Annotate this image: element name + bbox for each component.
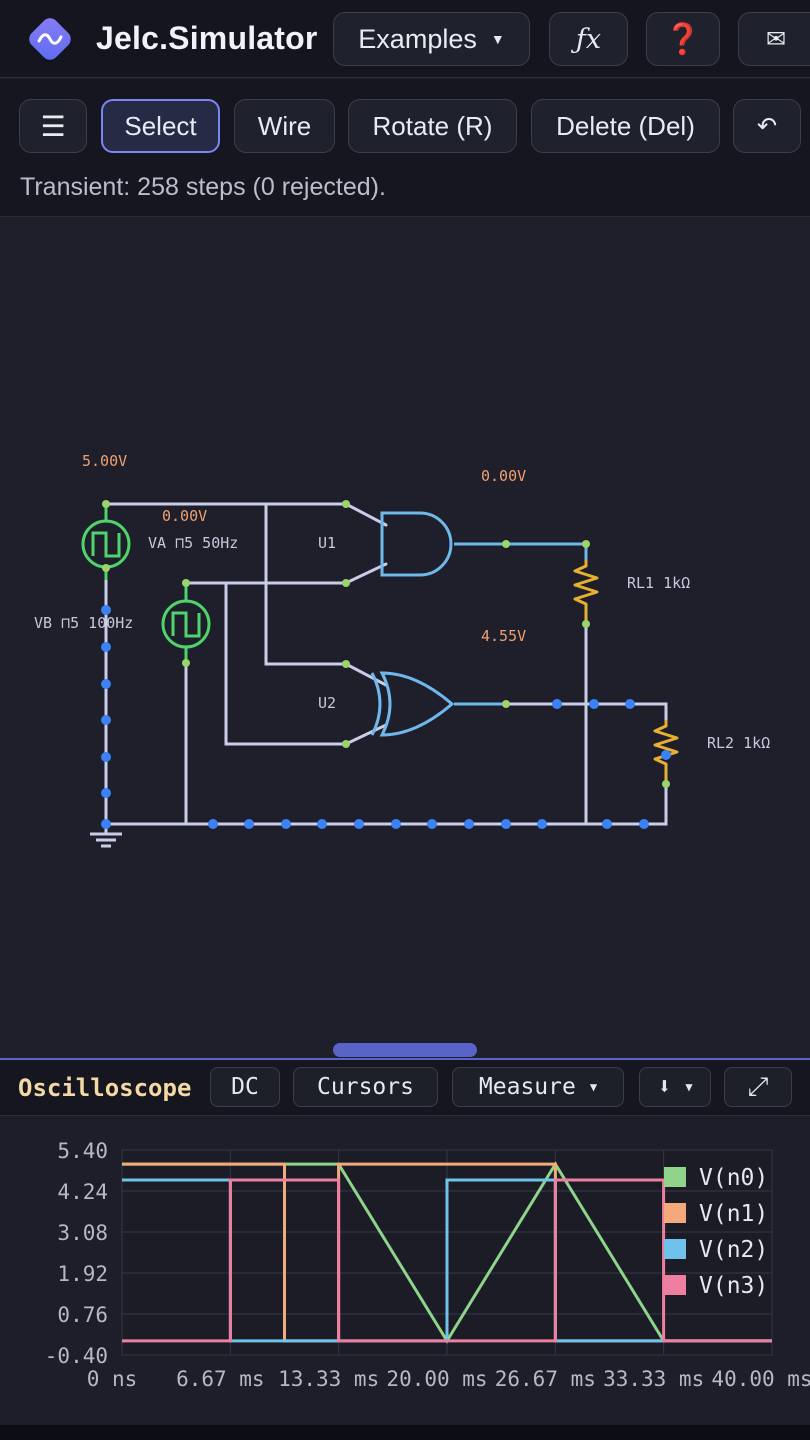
toolbar: ☰ Select Wire Rotate (R) Delete (Del) ↶ …	[0, 79, 810, 217]
schematic[interactable]: 5.00V 0.00V 0.00V 4.55V VA ⊓5 50Hz VB ⊓5…	[0, 218, 810, 1058]
and-output-wire[interactable]	[454, 542, 588, 560]
component-label-rl2: RL2 1kΩ	[707, 734, 770, 752]
x-tick-label: 20.00 ms	[386, 1367, 487, 1391]
circuit-canvas[interactable]: 5.00V 0.00V 0.00V 4.55V VA ⊓5 50Hz VB ⊓5…	[0, 218, 810, 1058]
undo-button[interactable]: ↶	[733, 99, 801, 153]
oscilloscope-panel: 5.40 4.24 3.08 1.92 0.76 -0.40 0 ns 6.67 ms 13.3…	[0, 1117, 810, 1425]
legend-swatch	[664, 1203, 686, 1223]
y-tick-label: 1.92	[57, 1262, 108, 1286]
oscilloscope-plot[interactable]: 5.40 4.24 3.08 1.92 0.76 -0.400 ns 6.67 ms 13.3…	[0, 1117, 810, 1425]
expand-icon: ⤢	[747, 1071, 769, 1102]
and-gate-u1[interactable]	[380, 511, 453, 577]
voltage-label: 0.00V	[162, 507, 207, 525]
component-label-rl1: RL1 1kΩ	[627, 574, 690, 592]
rotate-button[interactable]: Rotate (R)	[348, 99, 517, 153]
panel-resize-handle[interactable]	[333, 1043, 477, 1057]
examples-label: Examples	[358, 23, 477, 54]
source-label-vb: VB ⊓5 100Hz	[34, 614, 133, 632]
voltage-label: 0.00V	[481, 467, 526, 485]
bottom-bar	[0, 1425, 810, 1440]
caret-down-icon: ▼	[589, 1080, 598, 1094]
y-tick-label: 4.24	[57, 1180, 108, 1204]
legend-label: V(n0)	[699, 1165, 768, 1191]
download-icon: ⬇	[657, 1074, 672, 1100]
question-icon: ❓	[664, 22, 702, 56]
oscilloscope-toolbar: Oscilloscope DC Cursors Measure ▼ ⬇ ▼ ⤢	[0, 1060, 810, 1116]
legend-swatch	[664, 1275, 686, 1295]
legend-label: V(n2)	[699, 1237, 768, 1263]
caret-down-icon: ▼	[490, 31, 505, 47]
x-tick-label: 40.00 ms	[711, 1367, 810, 1391]
measure-label: Measure	[478, 1074, 576, 1100]
formula-button[interactable]: ƒx	[549, 12, 628, 66]
wire[interactable]	[184, 562, 388, 585]
examples-dropdown[interactable]: Examples ▼	[333, 12, 530, 66]
resistor-rl1[interactable]	[573, 560, 599, 624]
delete-button[interactable]: Delete (Del)	[531, 99, 720, 153]
simulation-status: Transient: 258 steps (0 rejected).	[20, 173, 386, 201]
wire-tool-button[interactable]: Wire	[234, 99, 335, 153]
export-dropdown[interactable]: ⬇ ▼	[639, 1067, 711, 1107]
expand-button[interactable]: ⤢	[724, 1067, 792, 1107]
mail-icon: ✉	[765, 25, 787, 53]
function-icon: ƒx	[575, 23, 602, 55]
select-tool-button[interactable]: Select	[101, 99, 220, 153]
component-label-u2: U2	[318, 694, 336, 712]
caret-down-icon: ▼	[685, 1080, 693, 1094]
app-bar: Jelc.Simulator Examples ▼ ƒx ❓ ✉	[0, 0, 810, 78]
legend-label: V(n3)	[699, 1273, 768, 1299]
app-logo-icon	[29, 18, 71, 60]
mail-button[interactable]: ✉	[738, 12, 810, 66]
square-wave-icon	[91, 531, 121, 558]
source-label-va: VA ⊓5 50Hz	[148, 534, 238, 552]
dc-button[interactable]: DC	[210, 1067, 280, 1107]
component-label-u1: U1	[318, 534, 336, 552]
wire[interactable]	[264, 502, 388, 687]
app-title: Jelc.Simulator	[96, 20, 318, 56]
voltage-label: 4.55V	[481, 627, 526, 645]
x-tick-label: 13.33 ms	[278, 1367, 379, 1391]
legend-swatch	[664, 1167, 686, 1187]
y-tick-label: 3.08	[57, 1221, 108, 1245]
help-button[interactable]: ❓	[646, 12, 720, 66]
menu-button[interactable]: ☰	[19, 99, 87, 153]
y-tick-label: 0.76	[57, 1303, 108, 1327]
x-tick-label: 33.33 ms	[603, 1367, 704, 1391]
xor-gate-u2[interactable]	[379, 671, 455, 737]
legend-label: V(n1)	[699, 1201, 768, 1227]
x-tick-label: 26.67 ms	[495, 1367, 596, 1391]
measure-dropdown[interactable]: Measure ▼	[452, 1067, 624, 1107]
y-tick-label: 5.40	[57, 1139, 108, 1163]
legend-swatch	[664, 1239, 686, 1259]
y-tick-label: -0.40	[45, 1344, 108, 1368]
voltage-label: 5.00V	[82, 452, 127, 470]
cursors-button[interactable]: Cursors	[293, 1067, 438, 1107]
x-tick-label: 0 ns	[87, 1367, 138, 1391]
oscilloscope-title: Oscilloscope	[18, 1074, 192, 1102]
undo-icon: ↶	[756, 112, 778, 140]
x-tick-label: 6.67 ms	[176, 1367, 265, 1391]
wire[interactable]	[104, 566, 668, 826]
square-wave-icon	[171, 611, 201, 638]
hamburger-icon: ☰	[40, 110, 66, 142]
